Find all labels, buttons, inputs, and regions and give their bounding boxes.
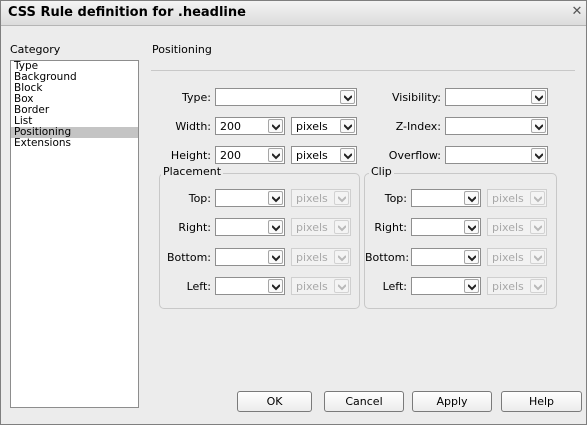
chevron-down-icon[interactable] xyxy=(340,90,355,104)
clip-left-input[interactable] xyxy=(411,277,481,295)
chevron-down-icon[interactable] xyxy=(464,279,479,293)
width-unit-select[interactable]: pixels xyxy=(291,117,357,135)
chevron-down-icon[interactable] xyxy=(531,148,546,162)
ok-button[interactable]: OK xyxy=(237,391,312,412)
cancel-button[interactable]: Cancel xyxy=(324,391,404,412)
placement-top-unit-select[interactable]: pixels xyxy=(291,189,351,207)
placement-top-unit-value: pixels xyxy=(296,192,328,205)
clip-bottom-unit-select[interactable]: pixels xyxy=(487,248,547,266)
chevron-down-icon[interactable] xyxy=(268,220,283,234)
clip-top-unit-select[interactable]: pixels xyxy=(487,189,547,207)
clip-left-label: Left: xyxy=(382,280,407,293)
clip-right-unit-value: pixels xyxy=(492,221,524,234)
chevron-down-icon[interactable] xyxy=(334,279,349,293)
placement-bottom-unit-value: pixels xyxy=(296,251,328,264)
clip-left-unit-value: pixels xyxy=(492,280,524,293)
clip-bottom-label: Bottom: xyxy=(365,251,410,264)
clip-left-unit-select[interactable]: pixels xyxy=(487,277,547,295)
width-label: Width: xyxy=(175,120,211,133)
chevron-down-icon[interactable] xyxy=(268,250,283,264)
overflow-select[interactable] xyxy=(445,146,548,164)
type-label: Type: xyxy=(182,91,211,104)
chevron-down-icon[interactable] xyxy=(340,119,355,133)
clip-top-label: Top: xyxy=(384,192,407,205)
panel-heading: Positioning xyxy=(152,43,212,56)
height-unit-value: pixels xyxy=(296,149,328,162)
placement-right-unit-value: pixels xyxy=(296,221,328,234)
clip-top-unit-value: pixels xyxy=(492,192,524,205)
placement-top-input[interactable] xyxy=(215,189,285,207)
clip-right-label: Right: xyxy=(374,221,407,234)
chevron-down-icon[interactable] xyxy=(334,220,349,234)
chevron-down-icon[interactable] xyxy=(268,119,283,133)
visibility-label: Visibility: xyxy=(391,91,441,104)
chevron-down-icon[interactable] xyxy=(268,279,283,293)
chevron-down-icon[interactable] xyxy=(464,250,479,264)
placement-left-unit-select[interactable]: pixels xyxy=(291,277,351,295)
clip-right-unit-select[interactable]: pixels xyxy=(487,218,547,236)
clip-right-input[interactable] xyxy=(411,218,481,236)
help-button[interactable]: Help xyxy=(501,391,582,412)
chevron-down-icon[interactable] xyxy=(268,148,283,162)
clip-bottom-unit-value: pixels xyxy=(492,251,524,264)
clip-bottom-input[interactable] xyxy=(411,248,481,266)
type-select[interactable] xyxy=(215,88,357,106)
chevron-down-icon[interactable] xyxy=(531,90,546,104)
chevron-down-icon[interactable] xyxy=(530,191,545,205)
placement-right-unit-select[interactable]: pixels xyxy=(291,218,351,236)
placement-top-label: Top: xyxy=(188,192,211,205)
chevron-down-icon[interactable] xyxy=(464,191,479,205)
height-input[interactable]: 200 xyxy=(215,146,285,164)
height-value: 200 xyxy=(220,149,241,162)
title-bar[interactable]: CSS Rule definition for .headline ✕ xyxy=(1,1,586,26)
height-unit-select[interactable]: pixels xyxy=(291,146,357,164)
chevron-down-icon[interactable] xyxy=(340,148,355,162)
placement-right-input[interactable] xyxy=(215,218,285,236)
zindex-label: Z-Index: xyxy=(395,120,441,133)
chevron-down-icon[interactable] xyxy=(530,220,545,234)
placement-bottom-label: Bottom: xyxy=(166,251,211,264)
overflow-label: Overflow: xyxy=(388,149,441,162)
width-value: 200 xyxy=(220,120,241,133)
chevron-down-icon[interactable] xyxy=(334,191,349,205)
chevron-down-icon[interactable] xyxy=(268,191,283,205)
dialog-title: CSS Rule definition for .headline xyxy=(8,5,246,20)
apply-button[interactable]: Apply xyxy=(412,391,492,412)
placement-left-unit-value: pixels xyxy=(296,280,328,293)
chevron-down-icon[interactable] xyxy=(531,119,546,133)
chevron-down-icon[interactable] xyxy=(530,250,545,264)
category-item-extensions[interactable]: Extensions xyxy=(11,138,138,149)
width-unit-value: pixels xyxy=(296,120,328,133)
placement-left-input[interactable] xyxy=(215,277,285,295)
chevron-down-icon[interactable] xyxy=(530,279,545,293)
chevron-down-icon[interactable] xyxy=(334,250,349,264)
heading-divider xyxy=(151,70,575,71)
clip-group-label: Clip xyxy=(369,165,394,178)
chevron-down-icon[interactable] xyxy=(464,220,479,234)
placement-bottom-input[interactable] xyxy=(215,248,285,266)
placement-right-label: Right: xyxy=(178,221,211,234)
width-input[interactable]: 200 xyxy=(215,117,285,135)
css-rule-dialog: CSS Rule definition for .headline ✕ Cate… xyxy=(0,0,587,425)
placement-group-label: Placement xyxy=(161,165,224,178)
height-label: Height: xyxy=(170,149,211,162)
clip-top-input[interactable] xyxy=(411,189,481,207)
visibility-select[interactable] xyxy=(445,88,548,106)
category-heading: Category xyxy=(10,43,61,56)
close-icon[interactable]: ✕ xyxy=(570,4,584,20)
zindex-input[interactable] xyxy=(445,117,548,135)
placement-bottom-unit-select[interactable]: pixels xyxy=(291,248,351,266)
placement-left-label: Left: xyxy=(186,280,211,293)
category-list[interactable]: Type Background Block Box Border List Po… xyxy=(10,60,139,408)
